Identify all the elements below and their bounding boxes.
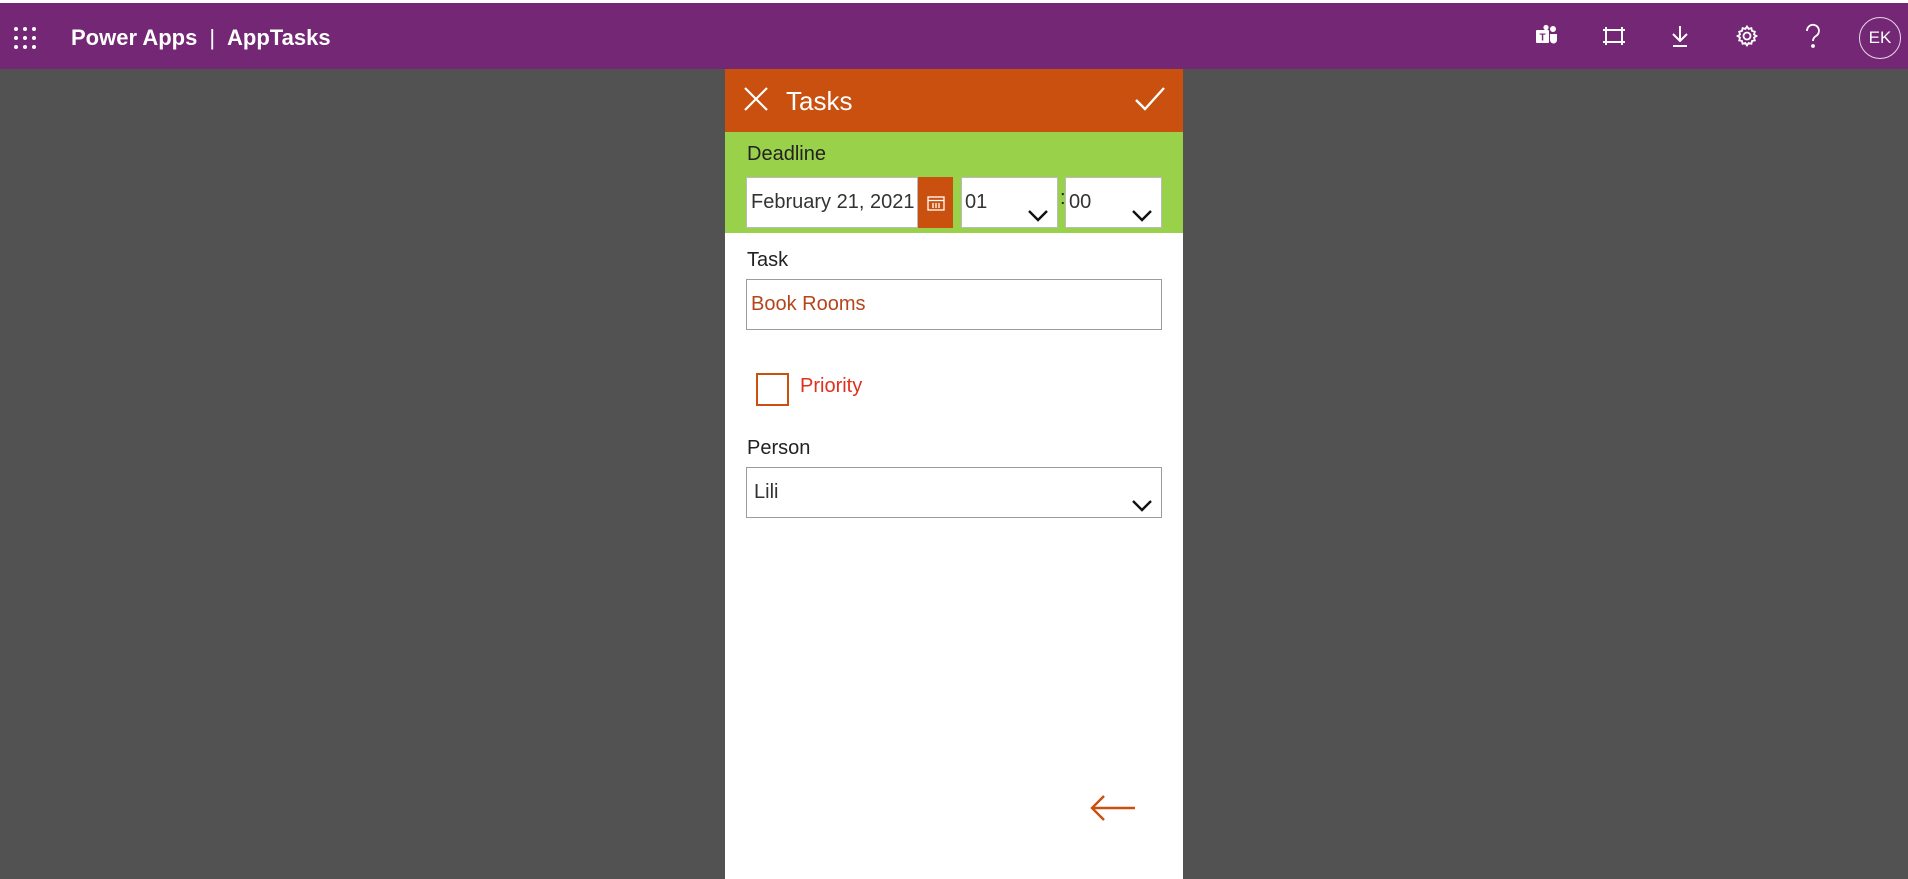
hour-dropdown[interactable]: 01 [961, 177, 1058, 228]
priority-checkbox[interactable] [756, 373, 789, 406]
close-icon[interactable] [742, 85, 770, 118]
calendar-icon[interactable] [918, 177, 953, 228]
power-apps-header: Power Apps | AppTasks T EK [0, 3, 1908, 69]
help-icon[interactable] [1797, 20, 1829, 52]
deadline-section: Deadline February 21, 2021 01 : 00 [725, 132, 1183, 233]
task-label: Task [747, 249, 789, 271]
title-separator: | [209, 25, 216, 50]
deadline-label: Deadline [747, 143, 826, 165]
download-icon[interactable] [1664, 20, 1696, 52]
avatar[interactable]: EK [1859, 17, 1901, 59]
checkmark-icon[interactable] [1134, 84, 1166, 119]
deadline-date-input[interactable]: February 21, 2021 [746, 177, 918, 228]
teams-icon[interactable]: T [1531, 20, 1563, 52]
person-label: Person [747, 437, 811, 459]
priority-label[interactable]: Priority [800, 375, 862, 398]
form-title: Tasks [786, 86, 853, 116]
chevron-down-icon [1131, 193, 1153, 242]
task-input[interactable]: Book Rooms [746, 279, 1162, 330]
form-header: Tasks [725, 69, 1183, 132]
svg-text:T: T [1539, 33, 1545, 44]
product-name: Power Apps [71, 25, 198, 50]
fullscreen-icon[interactable] [1598, 20, 1630, 52]
chevron-down-icon [1027, 193, 1049, 242]
person-dropdown[interactable]: Lili [746, 467, 1162, 518]
person-value: Lili [754, 481, 779, 503]
waffle-icon[interactable] [14, 27, 38, 51]
hour-value: 01 [965, 191, 988, 213]
minute-dropdown[interactable]: 00 [1065, 177, 1162, 228]
gear-icon[interactable] [1731, 20, 1763, 52]
app-canvas: Tasks Deadline February 21, 2021 01 : 00 [725, 69, 1183, 879]
app-title: Power Apps | AppTasks [71, 25, 331, 51]
app-name: AppTasks [227, 25, 331, 50]
back-arrow-icon[interactable] [1089, 793, 1137, 828]
minute-value: 00 [1069, 191, 1092, 213]
chevron-down-icon [1131, 483, 1153, 532]
